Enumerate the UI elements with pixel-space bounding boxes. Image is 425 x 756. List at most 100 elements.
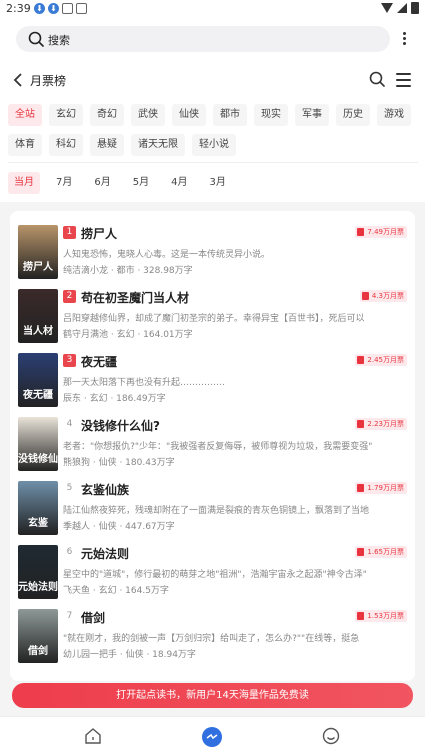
back-arrow-icon[interactable] [12,72,24,91]
book-title[interactable]: 夜无疆 [81,353,117,370]
book-description: 人知鬼恐怖，鬼晓人心毒。这是一本传统灵异小说。 [63,250,271,260]
book-cover[interactable]: 夜无疆 [18,353,58,407]
monthly-ticket-badge: 2.23万月票 [355,418,407,430]
menu-icon[interactable] [396,73,411,91]
book-meta: 飞天鱼 · 玄幻 · 164.5万字 [63,586,169,596]
book-meta: 纯洁滴小龙 · 都市 · 328.98万字 [63,266,193,276]
category-chip[interactable]: 游戏 [377,104,411,126]
book-row[interactable]: 借剑 7 借剑 1.53万月票 "就在刚才，我的剑被一声【万剑归宗】给叫走了，怎么办?"… [10,609,415,673]
feed-icon[interactable] [202,727,222,747]
book-title[interactable]: 借剑 [81,609,105,626]
book-cover[interactable]: 当人材 [18,289,58,343]
status-notification-icons: ⬇ ⬇ [34,3,87,14]
category-chip[interactable]: 轻小说 [192,134,236,156]
search-label: 搜索 [48,34,70,47]
cover-title: 夜无疆 [23,390,53,401]
category-chips: 全站 玄幻 奇幻 武侠 仙侠 都市 现实 军事 历史 游戏体育 科幻 悬疑 诸天无限 轻小说 [8,104,418,156]
page-header: 月票榜 [0,62,425,98]
cover-title: 玄鉴 [28,518,48,529]
rank-badge: 6 [66,547,73,557]
monthly-ticket-badge: 2.45万月票 [355,354,407,366]
book-row[interactable]: 没钱修仙 4 没钱修什么仙? 2.23万月票老者："你想报仇?"少年："我被强者反复侮… [10,417,415,481]
book-row[interactable]: 元始法则 6 元始法则 1.65万月票 星空中的"道城"，修行最初的萌芽之地"祖洲"，浩… [10,545,415,609]
category-chip[interactable]: 仙侠 [172,104,206,126]
book-title[interactable]: 没钱修什么仙? [81,417,160,434]
bottom-nav [0,716,425,756]
month-chip[interactable]: 5月 [127,172,155,194]
cover-title: 捞尸人 [23,262,53,273]
category-chip[interactable]: 历史 [336,104,370,126]
page-title: 月票榜 [30,74,67,88]
wifi-icon [381,3,393,13]
book-description: "就在刚才，我的剑被一声【万剑归宗】给叫走了，怎么办?""在线等，挺急 [63,634,360,644]
monthly-ticket-badge: 1.53万月票 [355,610,407,622]
book-cover[interactable]: 玄鉴 [18,481,58,535]
monthly-ticket-badge: 1.79万月票 [355,482,407,494]
category-chip[interactable]: 奇幻 [90,104,124,126]
cube-icon [62,3,73,14]
book-row[interactable]: 玄鉴 5 玄鉴仙族 1.79万月票陆江仙熬夜猝死，残魂却附在了一面满是裂痕的青灰色铜镜… [10,481,415,545]
category-chip[interactable]: 军事 [295,104,329,126]
category-chip[interactable]: 体育 [8,134,42,156]
profile-icon[interactable] [322,727,342,747]
book-cover[interactable]: 没钱修仙 [18,417,58,471]
book-title[interactable]: 捞尸人 [81,225,117,242]
monthly-ticket-badge: 7.49万月票 [355,226,407,238]
shield-icon [76,3,87,14]
category-chip[interactable]: 科幻 [49,134,83,156]
category-chip[interactable]: 现实 [254,104,288,126]
book-cover[interactable]: 借剑 [18,609,58,663]
month-chip[interactable]: 当月 [8,172,40,194]
book-description: 吕阳穿越修仙界，却成了魔门初圣宗的弟子。幸得异宝【百世书】，死后可以 [63,314,365,324]
category-chip[interactable]: 诸天无限 [131,134,185,156]
month-chip[interactable]: 7月 [50,172,78,194]
book-row[interactable]: 捞尸人 1 捞尸人 7.49万月票 人知鬼恐怖，鬼晓人心毒。这是一本传统灵异小说。 纯洁滴… [10,225,415,289]
cover-title: 元始法则 [18,582,58,593]
category-chip[interactable]: 都市 [213,104,247,126]
search-icon[interactable] [369,71,385,91]
battery-icon [411,2,419,14]
ranking-list: 捞尸人 1 捞尸人 7.49万月票 人知鬼恐怖，鬼晓人心毒。这是一本传统灵异小说。 纯洁滴… [10,211,415,681]
search-bar[interactable]: 搜索 [16,26,390,52]
open-app-button[interactable]: 打开起点读书，新用户14天海量作品免费读 [12,683,413,708]
book-meta: 辰东 · 玄幻 · 186.49万字 [63,394,166,404]
status-time: 2:39 [6,2,31,15]
signal-icon [397,3,407,13]
book-title[interactable]: 玄鉴仙族 [81,481,129,498]
cover-title: 当人材 [23,326,53,337]
download-icon: ⬇ [48,3,59,14]
rank-badge: 4 [66,419,73,429]
category-chip[interactable]: 玄幻 [49,104,83,126]
book-title[interactable]: 元始法则 [81,545,129,562]
home-icon[interactable] [84,727,104,747]
book-row[interactable]: 当人材 2 苟在初圣魔门当人材 4.3万月票吕阳穿越修仙界，却成了魔门初圣宗的弟子。幸… [10,289,415,353]
month-chip[interactable]: 3月 [204,172,232,194]
book-description: 星空中的"道城"，修行最初的萌芽之地"祖洲"，浩瀚宇宙永之起源"神令古泽" [63,570,367,580]
book-row[interactable]: 夜无疆 3 夜无疆 2.45万月票 那一天太阳落下再也没有升起…………… 辰东 · 玄幻 … [10,353,415,417]
download-icon: ⬇ [34,3,45,14]
book-cover[interactable]: 捞尸人 [18,225,58,279]
month-chip[interactable]: 6月 [88,172,116,194]
book-title[interactable]: 苟在初圣魔门当人材 [81,289,189,306]
cover-title: 借剑 [28,646,48,657]
status-bar: 2:39 ⬇ ⬇ [0,0,425,18]
category-chip[interactable]: 悬疑 [90,134,124,156]
book-cover[interactable]: 元始法则 [18,545,58,599]
rank-badge: 3 [63,354,76,367]
rank-badge: 5 [66,483,73,493]
book-description: 陆江仙熬夜猝死，残魂却附在了一面满是裂痕的青灰色铜镜上，飘落到了当地 [63,506,370,516]
category-chip[interactable]: 武侠 [131,104,165,126]
category-chip[interactable]: 全站 [8,104,42,126]
rank-badge: 7 [66,611,73,621]
book-meta: 熊狼狗 · 仙侠 · 180.43万字 [63,458,175,468]
monthly-ticket-badge: 4.3万月票 [359,290,407,302]
cover-title: 没钱修仙 [18,454,58,465]
month-chip[interactable]: 4月 [165,172,193,194]
filter-panel: 全站 玄幻 奇幻 武侠 仙侠 都市 现实 军事 历史 游戏体育 科幻 悬疑 诸天无限 轻小说 当月 7月 6月… [0,98,425,202]
more-options-icon[interactable] [398,30,410,50]
book-description: 老者："你想报仇?"少年："我被强者反复侮辱，被师尊视为垃圾，我需要变强" [63,442,373,452]
divider [8,162,418,163]
book-meta: 幼儿园一把手 · 仙侠 · 18.94万字 [63,650,196,660]
rank-badge: 2 [63,290,76,303]
book-meta: 鹤守月满池 · 玄幻 · 164.01万字 [63,330,193,340]
